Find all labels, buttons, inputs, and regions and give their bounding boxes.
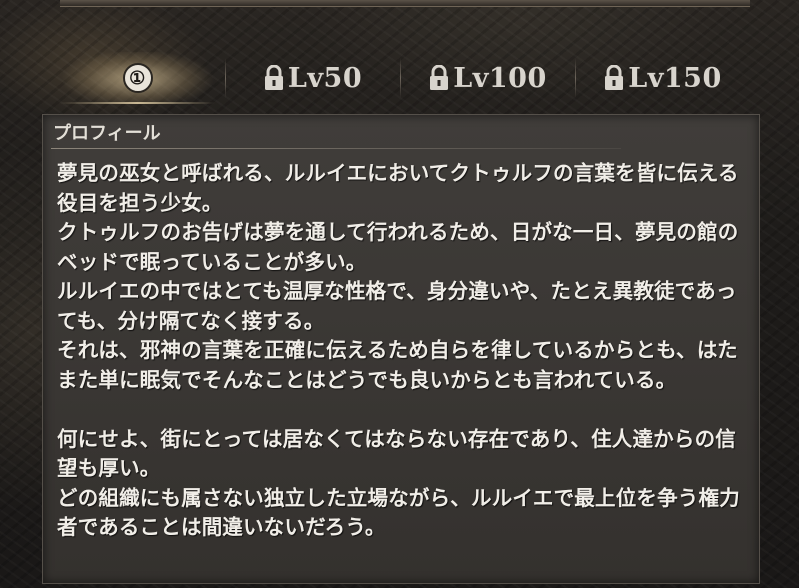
profile-text: 夢見の巫女と呼ばれる、ルルイエにおいてクトゥルフの言葉を皆に伝える役目を担う少女… — [57, 161, 740, 539]
lock-icon — [430, 65, 449, 90]
top-frame — [60, 0, 750, 7]
tab-lv150-label: Lv150 — [628, 62, 722, 94]
tab-bar: ① Lv50 Lv100 Lv150 — [50, 52, 750, 104]
tab-lv50[interactable]: Lv50 — [225, 52, 400, 104]
profile-heading: プロフィール — [53, 123, 161, 144]
lock-icon — [264, 65, 283, 90]
tab-1[interactable]: ① — [50, 52, 225, 104]
lock-icon — [605, 65, 624, 90]
tab-lv50-label: Lv50 — [287, 62, 363, 94]
tab-lv100[interactable]: Lv100 — [400, 52, 575, 104]
heading-divider — [51, 148, 621, 149]
tab-lv100-label: Lv100 — [453, 62, 547, 94]
tab-1-label: ① — [122, 63, 153, 93]
profile-panel: プロフィール 夢見の巫女と呼ばれる、ルルイエにおいてクトゥルフの言葉を皆に伝える… — [42, 114, 760, 584]
tab-lv150[interactable]: Lv150 — [575, 52, 750, 104]
